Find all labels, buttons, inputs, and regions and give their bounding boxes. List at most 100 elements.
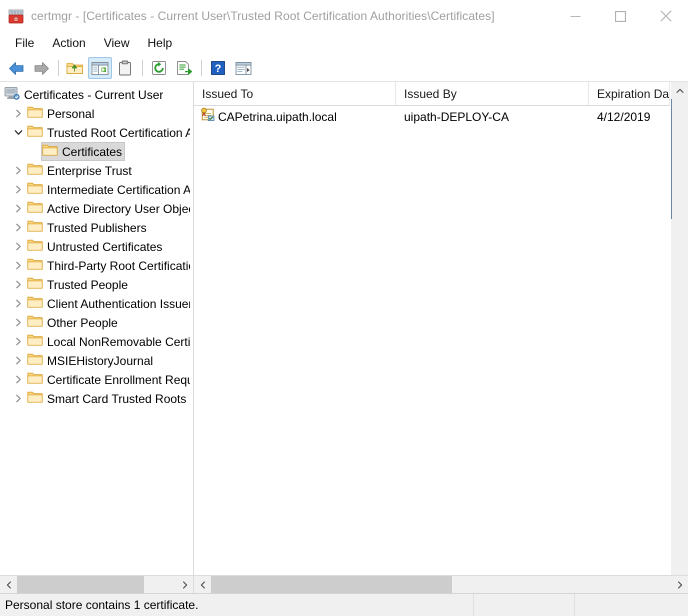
properties-clipboard-icon[interactable] — [113, 57, 137, 79]
scroll-up-icon[interactable] — [671, 82, 688, 99]
list-horizontal-scrollbar[interactable] — [194, 575, 688, 593]
tree-item-label: Certificates - Current User — [24, 87, 164, 102]
tree-item-label: Intermediate Certification Aut — [47, 182, 190, 197]
tree-item-other-people[interactable]: Other People — [0, 313, 193, 332]
tree-item-trusted-people[interactable]: Trusted People — [0, 275, 193, 294]
scroll-right-icon[interactable] — [176, 576, 193, 593]
chevron-right-icon[interactable] — [10, 163, 26, 179]
tree-item-label: Other People — [47, 315, 118, 330]
menu-action[interactable]: Action — [43, 34, 94, 54]
export-list-icon[interactable] — [172, 57, 196, 79]
tree-item-certificate-enrollment-requests[interactable]: Certificate Enrollment Reques — [0, 370, 193, 389]
forward-icon[interactable] — [29, 57, 53, 79]
scroll-thumb[interactable] — [17, 576, 144, 593]
scroll-left-icon[interactable] — [194, 576, 211, 593]
maximize-button[interactable] — [598, 0, 643, 32]
folder-icon — [27, 219, 43, 236]
up-folder-icon[interactable] — [63, 57, 87, 79]
status-panel-2 — [474, 594, 575, 616]
certmgr-window: certmgr - [Certificates - Current User\T… — [0, 0, 688, 616]
back-icon[interactable] — [4, 57, 28, 79]
tree-item-enterprise-trust[interactable]: Enterprise Trust — [0, 161, 193, 180]
tree-item-label: Active Directory User Object — [47, 201, 190, 216]
chevron-right-icon[interactable] — [10, 258, 26, 274]
chevron-right-icon[interactable] — [10, 277, 26, 293]
chevron-right-icon[interactable] — [10, 220, 26, 236]
menu-view[interactable]: View — [95, 34, 139, 54]
chevron-right-icon[interactable] — [10, 315, 26, 331]
folder-icon — [27, 124, 43, 141]
list-rows[interactable]: CAPetrina.uipath.local uipath-DEPLOY-CA … — [194, 106, 670, 575]
chevron-right-icon[interactable] — [10, 353, 26, 369]
show-action-pane-icon[interactable] — [231, 57, 255, 79]
tree-item-smart-card-trusted-roots[interactable]: Smart Card Trusted Roots — [0, 389, 193, 408]
tree-item-intermediate-certification-authorities[interactable]: Intermediate Certification Aut — [0, 180, 193, 199]
tree-item-label: Untrusted Certificates — [47, 239, 163, 254]
tree-item-label: MSIEHistoryJournal — [47, 353, 154, 368]
tree-scroll-area[interactable]: Certificates - Current User Personal Tru… — [0, 82, 193, 575]
scroll-track[interactable] — [211, 576, 671, 593]
chevron-right-icon[interactable] — [10, 239, 26, 255]
tree-item-trusted-publishers[interactable]: Trusted Publishers — [0, 218, 193, 237]
tree-item-third-party-root-certification-authorities[interactable]: Third-Party Root Certification — [0, 256, 193, 275]
tree-item-active-directory-user-object[interactable]: Active Directory User Object — [0, 199, 193, 218]
folder-icon — [27, 352, 43, 369]
tree-item-trusted-root-certification-authorities[interactable]: Trusted Root Certification Aut — [0, 123, 193, 142]
chevron-right-icon[interactable] — [10, 391, 26, 407]
chevron-right-icon[interactable] — [10, 296, 26, 312]
column-header-expiration-date[interactable]: Expiration Dat — [589, 82, 670, 105]
column-header-issued-by[interactable]: Issued By — [396, 82, 589, 105]
tree-item-label: Trusted Root Certification Aut — [47, 125, 190, 140]
folder-icon — [27, 200, 43, 217]
tree-horizontal-scrollbar[interactable] — [0, 575, 193, 593]
tree-item-label: Trusted People — [47, 277, 128, 292]
help-icon[interactable]: ? — [206, 57, 230, 79]
chevron-down-icon[interactable] — [10, 125, 26, 141]
close-button[interactable] — [643, 0, 688, 32]
folder-icon — [27, 390, 43, 407]
scroll-right-icon[interactable] — [671, 576, 688, 593]
refresh-icon[interactable] — [147, 57, 171, 79]
tree-item-certificates[interactable]: Certificates — [0, 142, 193, 161]
scroll-track[interactable] — [17, 576, 176, 593]
folder-icon — [27, 238, 43, 255]
chevron-right-icon[interactable] — [10, 201, 26, 217]
cell-issued-to: CAPetrina.uipath.local — [194, 107, 396, 126]
menu-help[interactable]: Help — [139, 34, 182, 54]
folder-icon — [27, 105, 43, 122]
scroll-position-marker — [671, 99, 672, 219]
chevron-right-icon[interactable] — [10, 372, 26, 388]
status-message: Personal store contains 1 certificate. — [0, 594, 474, 616]
toolbar: ? — [0, 55, 688, 82]
scroll-track[interactable] — [671, 99, 688, 575]
toolbar-separator — [142, 60, 143, 76]
certificate-icon — [199, 107, 216, 126]
show-hide-tree-icon[interactable] — [88, 57, 112, 79]
table-row[interactable]: CAPetrina.uipath.local uipath-DEPLOY-CA … — [194, 106, 670, 127]
folder-icon — [42, 143, 58, 160]
scroll-thumb[interactable] — [211, 576, 452, 593]
chevron-right-icon[interactable] — [10, 334, 26, 350]
tree-item-untrusted-certificates[interactable]: Untrusted Certificates — [0, 237, 193, 256]
menu-bar: File Action View Help — [0, 33, 688, 55]
chevron-right-icon[interactable] — [10, 182, 26, 198]
folder-icon — [27, 314, 43, 331]
menu-file[interactable]: File — [6, 34, 43, 54]
tree-item-label: Local NonRemovable Certifica — [47, 334, 190, 349]
chevron-right-icon[interactable] — [10, 106, 26, 122]
tree-item-label: Certificate Enrollment Reques — [47, 372, 190, 387]
cell-expiration-date: 4/12/2019 — [597, 109, 651, 124]
folder-icon — [27, 295, 43, 312]
scroll-left-icon[interactable] — [0, 576, 17, 593]
content-area: Certificates - Current User Personal Tru… — [0, 82, 688, 593]
list-vertical-scrollbar[interactable] — [670, 82, 688, 575]
tree-item-label: Third-Party Root Certification — [47, 258, 190, 273]
tree-item-msiehistoryjournal[interactable]: MSIEHistoryJournal — [0, 351, 193, 370]
minimize-button[interactable] — [553, 0, 598, 32]
tree-item-personal[interactable]: Personal — [0, 104, 193, 123]
tree-item-local-nonremovable-certificates[interactable]: Local NonRemovable Certifica — [0, 332, 193, 351]
column-header-issued-to[interactable]: Issued To — [194, 82, 396, 105]
tree-item-root[interactable]: Certificates - Current User — [0, 85, 193, 104]
tree-item-client-authentication-issuers[interactable]: Client Authentication Issuers — [0, 294, 193, 313]
cell-text: CAPetrina.uipath.local — [218, 109, 337, 124]
